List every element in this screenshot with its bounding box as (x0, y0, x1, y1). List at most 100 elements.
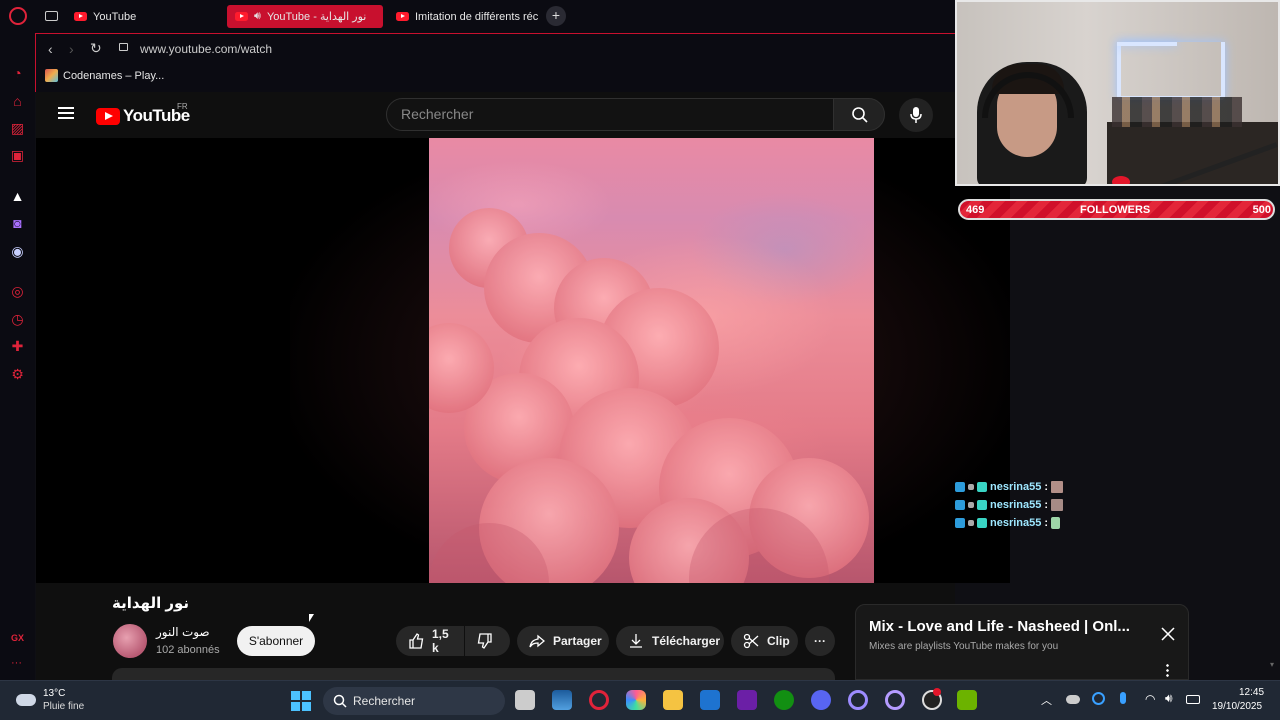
youtube-favicon-icon (235, 12, 248, 21)
like-count: 1,5 k (432, 627, 449, 655)
followers-goal-bar: 469 FOLLOWERS 500 (958, 199, 1275, 220)
task-view-icon[interactable] (515, 690, 535, 710)
history-icon[interactable]: ◷ (10, 312, 25, 327)
clock-date[interactable]: 19/10/2025 (1212, 701, 1262, 712)
channel-name[interactable]: صوت النور (156, 625, 210, 639)
twitch-icon[interactable]: ◙ (10, 216, 25, 231)
chat-username: nesrina55 (990, 481, 1042, 493)
store-icon[interactable] (700, 690, 720, 710)
more-actions-button[interactable]: ··· (805, 626, 835, 656)
opera-gx-purple-icon[interactable] (737, 690, 757, 710)
tab-youtube-nour-alhidaya[interactable]: 🔊︎ YouTube - نور الهداية (227, 5, 383, 28)
start-button-icon[interactable] (291, 691, 311, 711)
forward-icon[interactable]: › (69, 41, 74, 57)
nvidia-icon[interactable] (957, 690, 977, 710)
gx-mods-icon[interactable]: ▣ (10, 148, 25, 163)
followers-goal: 500 (1252, 204, 1271, 216)
gx-tracker-icon[interactable]: ▨ (10, 121, 25, 136)
weather-description: Pluie fine (43, 701, 85, 712)
new-tab-button[interactable]: + (546, 6, 566, 26)
figurines (1112, 97, 1242, 127)
bookmark-codenames[interactable]: Codenames – Play... (45, 69, 164, 82)
chat-separator: : (1044, 481, 1049, 493)
mix-playlist-panel[interactable]: Mix - Love and Life - Nasheed | Onl... M… (855, 604, 1189, 680)
copilot-icon[interactable] (626, 690, 646, 710)
bookmark-label: Codenames – Play... (63, 69, 165, 82)
mic-red-light (1112, 176, 1130, 184)
followers-current: 469 (966, 204, 985, 216)
subscribe-button[interactable]: S'abonner (237, 626, 315, 656)
settings-icon[interactable]: ⚙ (10, 367, 25, 382)
voice-search-button[interactable] (899, 98, 933, 132)
back-icon[interactable]: ‹ (48, 41, 53, 57)
search-button[interactable] (833, 98, 885, 131)
folder-icon[interactable] (663, 690, 683, 710)
volume-icon[interactable]: 🔊︎ (1165, 691, 1173, 706)
mix-title[interactable]: Mix - Love and Life - Nasheed | Onl... (869, 618, 1139, 635)
clock-time[interactable]: 12:45 (1239, 687, 1264, 698)
weather-temperature: 13°C (43, 688, 66, 699)
gx-badge[interactable]: GX (11, 633, 24, 643)
neon-light (1117, 42, 1225, 100)
like-button[interactable]: 1,5 k (396, 626, 464, 656)
battery-icon[interactable] (1186, 695, 1200, 704)
chat-emote-icon (1051, 499, 1064, 511)
gx-corner-icon[interactable]: ⌂ (10, 94, 25, 109)
menu-icon[interactable] (58, 107, 74, 119)
tab-youtube[interactable]: YouTube (66, 5, 226, 28)
url-field[interactable]: www.youtube.com/watch (140, 42, 272, 56)
search-icon (333, 694, 347, 708)
opera-gx-logo[interactable] (9, 7, 27, 25)
sub-badge-icon (977, 500, 987, 510)
description-box[interactable] (112, 668, 835, 680)
moderator-badge-icon (955, 518, 965, 528)
close-icon[interactable] (1161, 627, 1175, 641)
file-explorer-widget-icon[interactable] (552, 690, 572, 710)
chat-username: nesrina55 (990, 517, 1042, 529)
opera-gx-taskbar-icon[interactable] (589, 690, 609, 710)
taskbar-search-placeholder: Rechercher (353, 694, 416, 708)
tab-imitation[interactable]: Imitation de différents réc (388, 5, 540, 28)
wifi-icon[interactable]: ◠ (1145, 692, 1155, 706)
video-frame-pink-clouds[interactable] (429, 138, 874, 583)
opera-icon-2[interactable] (885, 690, 905, 710)
sync-icon[interactable] (1092, 692, 1105, 705)
taskbar-search[interactable]: Rechercher (323, 687, 505, 715)
channel-avatar[interactable] (113, 624, 147, 658)
onedrive-icon[interactable] (1066, 695, 1080, 704)
video-title: نور الهداية (112, 595, 190, 612)
discord-icon[interactable]: ◉ (10, 244, 25, 259)
mix-more-icon[interactable] (1166, 663, 1169, 677)
discord-taskbar-icon[interactable] (811, 690, 831, 710)
chat-emote-icon (1051, 517, 1061, 529)
tab-overview-icon[interactable] (45, 11, 58, 21)
reload-icon[interactable]: ↻ (90, 40, 102, 57)
tray-chevron-icon[interactable]: ︿ (1041, 692, 1052, 708)
sub-badge-icon (977, 482, 987, 492)
thumbs-down-icon (477, 633, 492, 649)
aria-icon[interactable]: ▲ (10, 189, 25, 204)
mix-subtitle: Mixes are playlists YouTube makes for yo… (869, 641, 1059, 652)
download-button[interactable]: Télécharger (616, 626, 724, 656)
opera-icon-1[interactable] (848, 690, 868, 710)
chat-message: nesrina55 : (955, 496, 1155, 514)
player-icon[interactable]: ◎ (10, 284, 25, 299)
scrollbar[interactable]: ▾ (1270, 660, 1276, 676)
search-input[interactable]: Rechercher (386, 98, 834, 131)
extensions-icon[interactable]: ✚ (10, 339, 25, 354)
tab-label: Imitation de différents réc (415, 10, 539, 23)
dislike-button[interactable] (465, 626, 510, 656)
speaker-icon[interactable]: 🔊︎ (254, 10, 261, 23)
youtube-logo[interactable]: YouTube (96, 106, 190, 126)
lock-icon (119, 43, 128, 51)
share-button[interactable]: Partager (517, 626, 609, 656)
weather-widget[interactable]: 13°C Pluie fine (16, 687, 106, 715)
mic-tray-icon[interactable] (1120, 692, 1126, 704)
sidebar-more-icon[interactable]: ··· (11, 657, 22, 669)
address-bar: ‹ › ↻ www.youtube.com/watch (35, 33, 955, 64)
clip-button[interactable]: Clip (731, 626, 798, 656)
gx-control-icon[interactable]: ◔ (10, 66, 25, 81)
youtube-favicon-icon (396, 12, 409, 21)
xbox-icon[interactable] (774, 690, 794, 710)
youtube-favicon-icon (74, 12, 87, 21)
